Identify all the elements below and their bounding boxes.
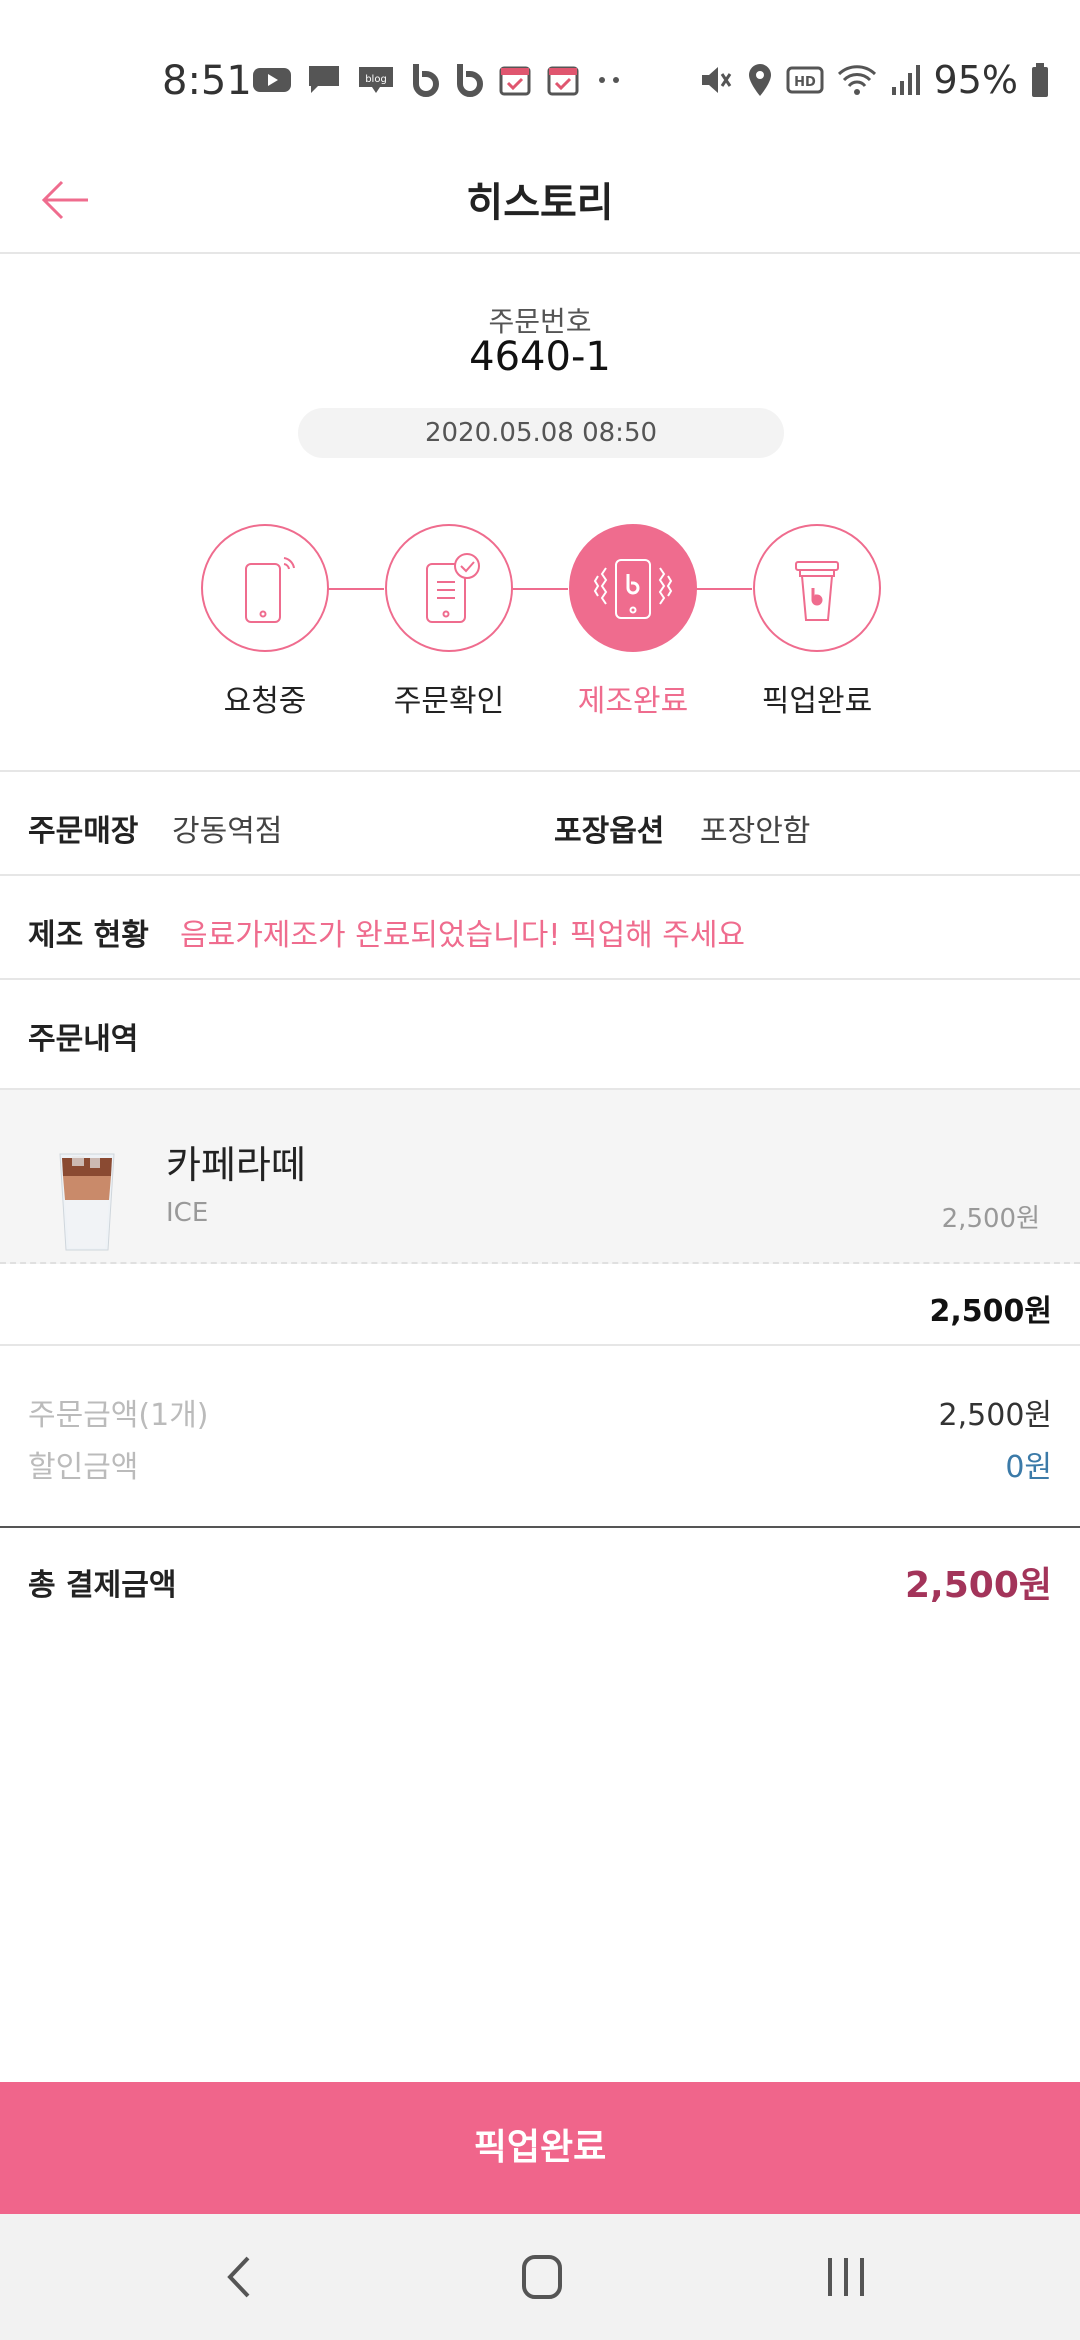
step-requesting: 요청중 (200, 524, 330, 720)
order-progress-steps: 요청중 주문확인 제조완료 픽업완료 (0, 524, 1080, 724)
step-circle-active (569, 524, 697, 652)
step-circle (385, 524, 513, 652)
step-circle (753, 524, 881, 652)
phone-signal-icon (245, 557, 295, 623)
hd-icon: HD (786, 66, 824, 94)
svg-text:blog: blog (365, 74, 387, 85)
item-option: ICE (166, 1198, 209, 1228)
youtube-icon (253, 68, 291, 92)
step-label: 주문확인 (393, 684, 505, 719)
calendar-check-icon (547, 66, 579, 96)
item-price: 2,500원 (941, 1204, 1040, 1234)
subtotal-value: 2,500원 (929, 1294, 1053, 1329)
status-bar: 8:51 blog HD 95% (0, 0, 1080, 150)
wifi-icon (837, 65, 876, 95)
pack-option-label: 포장옵션 (554, 814, 665, 849)
discount-row: 할인금액 0원 (0, 1442, 1080, 1494)
step-connector (512, 588, 568, 590)
page-title: 히스토리 (466, 180, 614, 226)
discount-label: 할인금액 (28, 1450, 139, 1485)
order-number: 4640-1 (469, 334, 611, 380)
location-icon (748, 64, 771, 96)
order-history-label: 주문내역 (28, 1022, 139, 1057)
coffee-cup-icon (795, 561, 839, 621)
battery-icon (1032, 63, 1048, 97)
step-label: 픽업완료 (761, 684, 873, 719)
item-name: 카페라떼 (166, 1143, 306, 1187)
phone-vibrate-icon (593, 559, 673, 619)
nav-home-icon[interactable] (512, 2252, 572, 2302)
status-row: 제조 현황 음료가제조가 완료되었습니다! 픽업해 주세요 (0, 874, 1080, 978)
production-status-value: 음료가제조가 완료되었습니다! 픽업해 주세요 (180, 918, 746, 953)
discount-value: 0원 (1005, 1450, 1052, 1485)
step-picked-up: 픽업완료 (752, 524, 882, 720)
calendar-check-icon (499, 66, 531, 96)
notification-icons: blog (252, 62, 624, 98)
total-row: 총 결제금액 2,500원 (0, 1526, 1080, 1636)
system-nav-bar (0, 2214, 1080, 2340)
order-history-row: 주문내역 (0, 978, 1080, 1088)
status-time: 8:51 (162, 58, 252, 104)
subtotal-row: 2,500원 (0, 1266, 1080, 1346)
message-icon (309, 66, 339, 93)
step-made: 제조완료 (568, 524, 698, 720)
more-dots-icon (599, 77, 619, 83)
step-confirmed: 주문확인 (384, 524, 514, 720)
store-row: 주문매장 강동역점 포장옵션 포장안함 (0, 770, 1080, 874)
order-amount-value: 2,500원 (938, 1398, 1052, 1433)
order-amount-label: 주문금액(1개) (28, 1398, 209, 1433)
battery-percent: 95% (933, 58, 1018, 102)
production-status-label: 제조 현황 (28, 918, 149, 953)
tablet-check-icon (426, 553, 480, 623)
order-amount-row: 주문금액(1개) 2,500원 (0, 1390, 1080, 1442)
total-label: 총 결제금액 (28, 1568, 177, 1603)
order-item: 카페라떼 ICE 2,500원 (0, 1088, 1080, 1264)
system-icons: HD 95% (698, 58, 1050, 102)
pack-option-value: 포장안함 (700, 814, 811, 849)
b-app-icon (413, 64, 439, 97)
nav-back-icon[interactable] (210, 2252, 270, 2302)
step-connector (328, 588, 384, 590)
mute-icon (701, 67, 731, 93)
store-label: 주문매장 (28, 814, 139, 849)
total-value: 2,500원 (905, 1565, 1052, 1606)
signal-icon (891, 65, 920, 95)
step-label: 요청중 (223, 684, 307, 719)
order-datetime: 2020.05.08 08:50 (298, 408, 784, 458)
step-circle (201, 524, 329, 652)
store-value: 강동역점 (172, 814, 283, 849)
svg-text:HD: HD (794, 75, 816, 90)
b-app-icon (457, 64, 483, 97)
step-connector (696, 588, 752, 590)
iced-latte-image (59, 1153, 115, 1251)
nav-recents-icon[interactable] (816, 2252, 876, 2302)
blog-icon: blog (359, 67, 393, 93)
app-header: 히스토리 (0, 150, 1080, 254)
pickup-complete-button[interactable]: 픽업완료 (0, 2082, 1080, 2214)
step-label-active: 제조완료 (577, 684, 689, 719)
